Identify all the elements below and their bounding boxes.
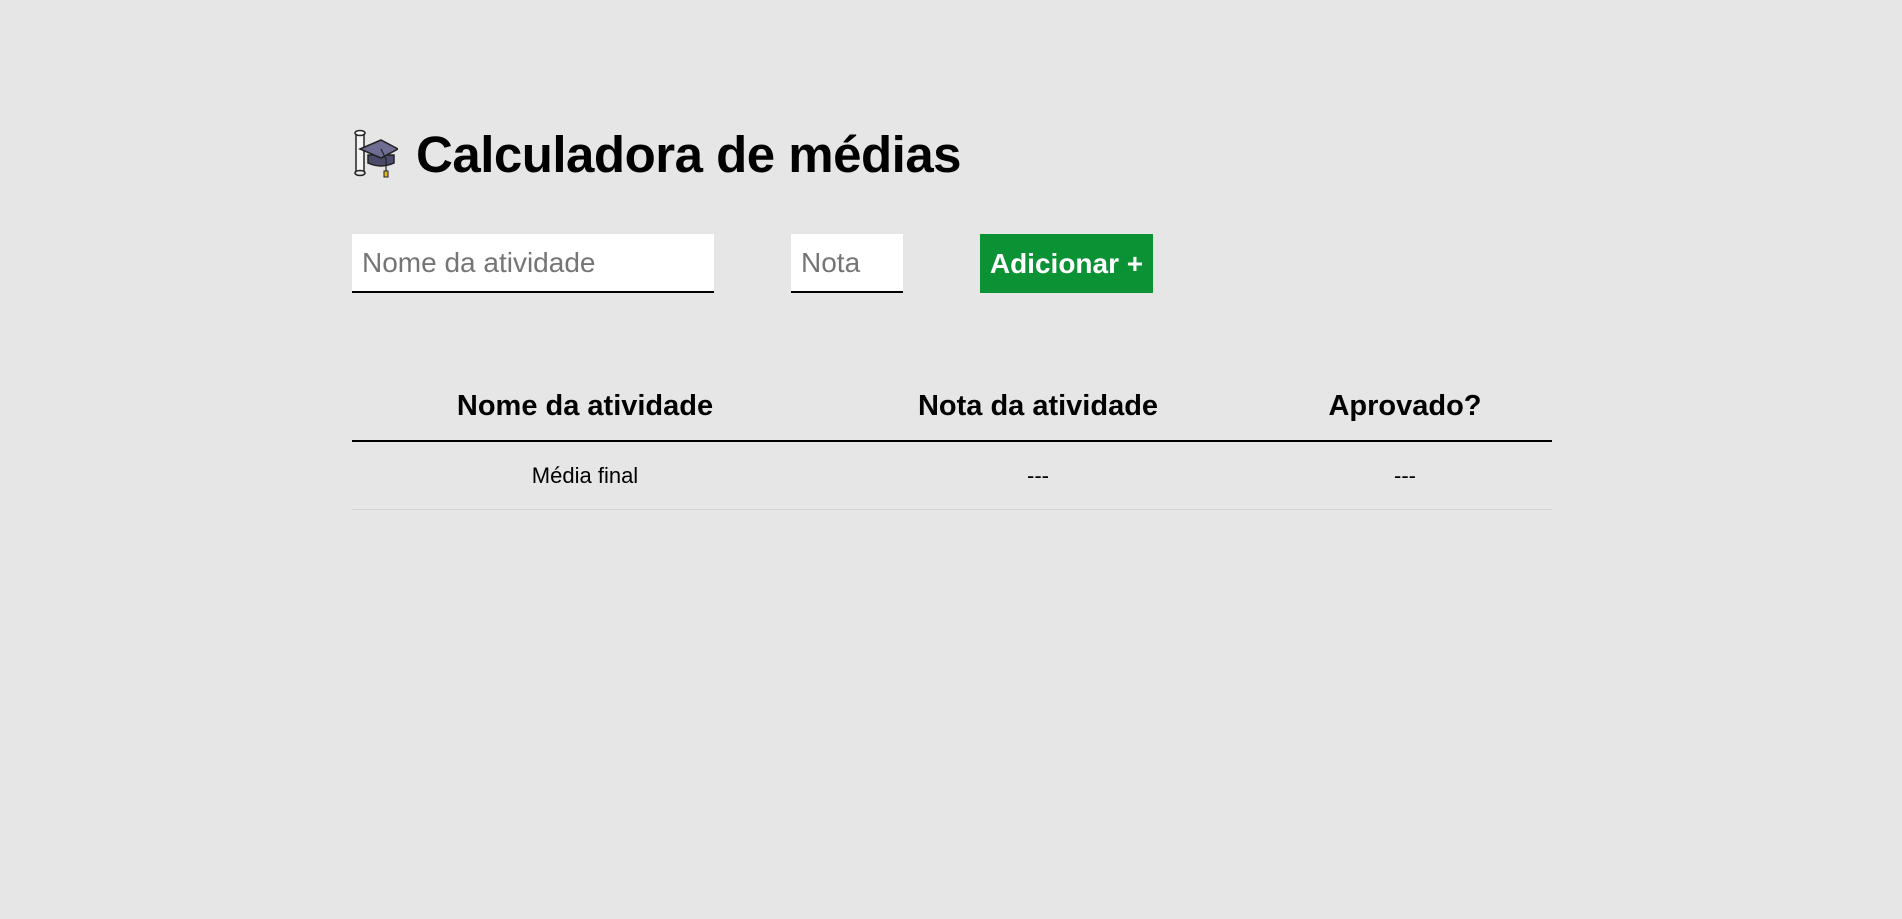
activity-name-input[interactable] <box>352 234 714 293</box>
title-row: Calculadora de médias <box>352 124 962 184</box>
table-header-row: Nome da atividade Nota da atividade Apro… <box>352 372 1552 442</box>
add-button[interactable]: Adicionar + <box>980 234 1153 293</box>
final-result-value: --- <box>1258 441 1552 510</box>
final-average-label: Média final <box>352 441 818 510</box>
column-header-activity-grade: Nota da atividade <box>818 372 1258 442</box>
add-activity-form: Adicionar + <box>352 234 1153 293</box>
graduation-cap-icon <box>354 129 398 178</box>
page-title: Calculadora de médias <box>416 125 962 183</box>
final-average-row: Média final --- --- <box>352 441 1552 510</box>
final-average-value: --- <box>818 441 1258 510</box>
grade-input[interactable] <box>791 234 903 293</box>
column-header-activity-name: Nome da atividade <box>352 372 818 442</box>
activities-table: Nome da atividade Nota da atividade Apro… <box>352 372 1552 510</box>
column-header-approved: Aprovado? <box>1258 372 1552 442</box>
